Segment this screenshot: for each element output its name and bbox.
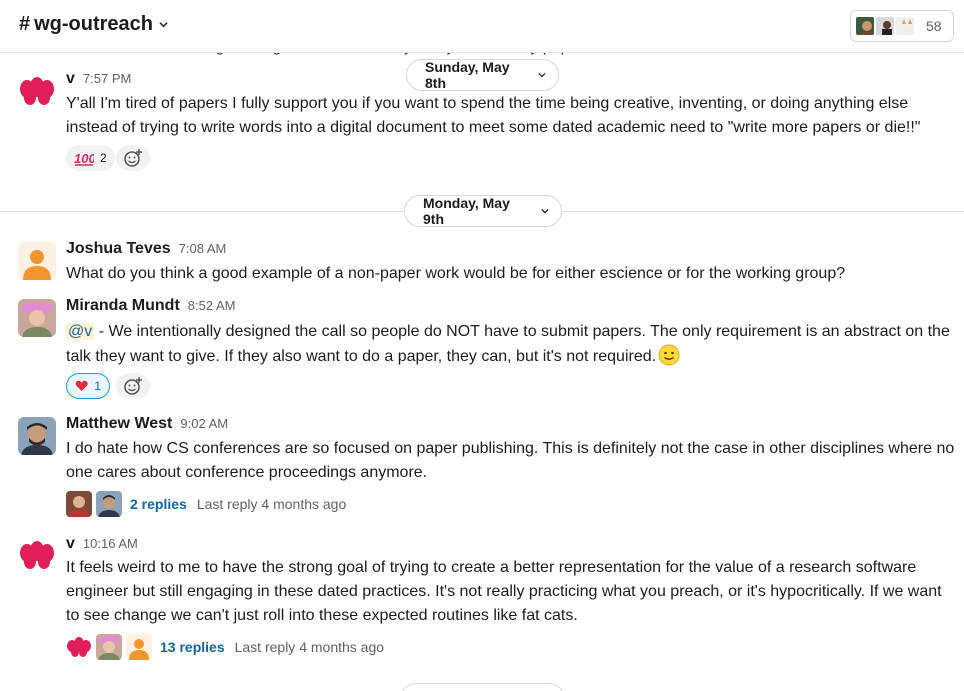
user-mention[interactable]: @v <box>66 323 95 340</box>
author-name[interactable]: Miranda Mundt <box>66 297 180 315</box>
author-name[interactable]: Matthew West <box>66 415 172 433</box>
reply-avatar <box>66 634 92 660</box>
message-header: Miranda Mundt 8:52 AM <box>66 297 235 315</box>
reply-avatar <box>96 491 122 517</box>
avatar[interactable] <box>18 536 56 574</box>
timestamp[interactable]: 8:52 AM <box>188 298 236 313</box>
avatar[interactable] <box>18 72 56 110</box>
timestamp[interactable]: 9:02 AM <box>180 416 228 431</box>
message-header: Joshua Teves 7:08 AM <box>66 240 226 258</box>
message-header: v 10:16 AM <box>66 535 138 553</box>
replies-link[interactable]: 2 replies <box>130 496 187 512</box>
timestamp[interactable]: 7:08 AM <box>179 241 227 256</box>
message-header: v 7:57 PM <box>66 70 131 88</box>
reply-avatar <box>66 491 92 517</box>
message-header: Matthew West 9:02 AM <box>66 415 228 433</box>
reply-avatar <box>126 634 152 660</box>
100-emoji-icon: 100 <box>74 151 94 166</box>
avatar[interactable] <box>18 242 56 280</box>
add-reaction-button[interactable] <box>116 145 150 171</box>
add-reaction-icon <box>124 377 142 395</box>
author-name[interactable]: v <box>66 70 75 88</box>
message-text: @v - We intentionally designed the call … <box>66 320 956 369</box>
message-text: It feels weird to me to have the strong … <box>66 559 942 624</box>
thread-summary[interactable]: 13 replies Last reply 4 months ago <box>66 634 384 660</box>
reply-avatar <box>96 634 122 660</box>
message-text-content: - We intentionally designed the call so … <box>66 323 950 365</box>
date-label: Monday, May 9th <box>423 195 510 227</box>
chevron-down-icon <box>541 208 549 214</box>
channel-header: # wg-outreach 58 <box>0 0 964 53</box>
last-reply-time: Last reply 4 months ago <box>234 639 385 655</box>
date-label: Sunday, May 8th <box>425 59 510 91</box>
hash-icon: # <box>19 13 31 35</box>
channel-name: wg-outreach <box>34 13 154 35</box>
slightly-smiling-face-icon <box>658 344 680 366</box>
replies-link[interactable]: 13 replies <box>160 639 225 655</box>
date-divider-button[interactable]: Sunday, May 8th <box>406 59 559 91</box>
thread-summary[interactable]: 2 replies Last reply 4 months ago <box>66 491 346 517</box>
last-reply-time: Last reply 4 months ago <box>196 496 347 512</box>
add-reaction-icon <box>124 149 142 167</box>
avatar[interactable] <box>18 417 56 455</box>
member-avatar <box>894 15 916 37</box>
reaction-count: 2 <box>100 151 107 165</box>
message-text: What do you think a good example of a no… <box>66 265 846 282</box>
members-button[interactable]: 58 <box>850 10 954 42</box>
heart-emoji-icon <box>75 380 88 391</box>
date-divider-button[interactable] <box>400 683 565 691</box>
add-reaction-button[interactable] <box>116 373 150 399</box>
chevron-down-icon <box>538 73 546 78</box>
timestamp[interactable]: 7:57 PM <box>83 71 131 86</box>
member-avatar <box>874 15 896 37</box>
timestamp[interactable]: 10:16 AM <box>83 536 138 551</box>
message-text: I do hate how CS conferences are so focu… <box>66 440 955 481</box>
author-name[interactable]: Joshua Teves <box>66 240 171 258</box>
avatar[interactable] <box>18 299 56 337</box>
reaction-100[interactable]: 100 2 <box>66 145 115 171</box>
member-avatar <box>854 15 876 37</box>
svg-text:100: 100 <box>74 151 94 166</box>
message-text: Y'all I'm tired of papers I fully suppor… <box>66 95 921 136</box>
member-count: 58 <box>926 18 942 34</box>
author-name[interactable]: v <box>66 535 75 553</box>
reaction-heart[interactable]: 1 <box>66 373 110 399</box>
reaction-count: 1 <box>94 379 101 393</box>
date-divider-button[interactable]: Monday, May 9th <box>404 195 562 227</box>
chevron-down-icon <box>159 22 168 28</box>
channel-name-button[interactable]: # wg-outreach <box>19 13 168 36</box>
